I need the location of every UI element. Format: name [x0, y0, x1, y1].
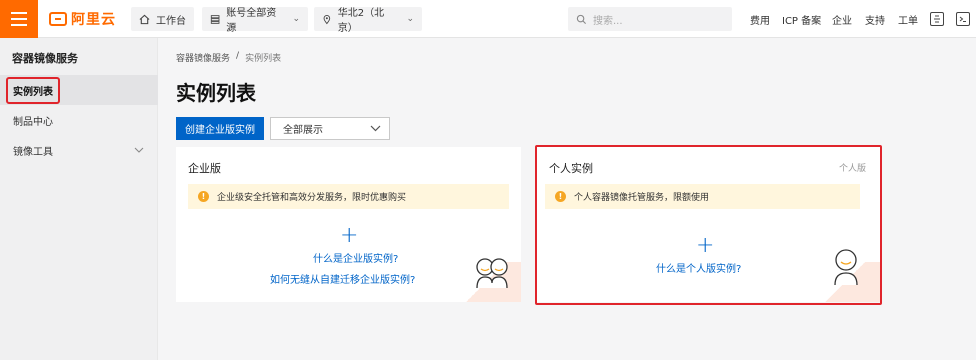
- sidebar-item-label: 实例列表: [6, 76, 60, 104]
- sidebar-item-image-tools[interactable]: 镜像工具: [0, 135, 158, 165]
- notice-text: 企业级安全托管和高效分发服务，限时优惠购买: [217, 193, 407, 203]
- card-tag: 个人版: [838, 164, 866, 174]
- nav-link-support[interactable]: 支持: [865, 12, 885, 27]
- breadcrumb-current: 实例列表: [245, 54, 282, 64]
- list-icon: [210, 14, 220, 24]
- home-icon: [139, 14, 150, 24]
- sidebar-item-instance-list[interactable]: 实例列表: [0, 75, 158, 105]
- breadcrumb-link-service[interactable]: 容器镜像服务: [176, 51, 230, 64]
- chevron-down-icon: ⌄: [406, 14, 414, 24]
- card-title: 企业版: [188, 162, 221, 175]
- filter-select-value: 全部展示: [283, 125, 323, 136]
- nav-link-ticket[interactable]: 工单: [898, 12, 918, 27]
- region-label: 华北2（北京）: [337, 8, 385, 34]
- sidebar-item-label: 镜像工具: [13, 146, 53, 158]
- breadcrumb-separator: /: [236, 51, 240, 61]
- nav-link-enterprise[interactable]: 企业: [832, 12, 852, 27]
- breadcrumb: 容器镜像服务 / 实例列表: [176, 51, 281, 64]
- search-placeholder: 搜索...: [593, 15, 623, 27]
- enterprise-card: 企业版 ! 企业级安全托管和高效分发服务，限时优惠购买 + 什么是企业版实例? …: [176, 147, 521, 302]
- sidebar-item-artifact-center[interactable]: 制品中心: [0, 105, 158, 135]
- location-pin-icon: [323, 14, 331, 24]
- account-resources-label: 账号全部资源: [226, 8, 277, 34]
- nav-link-icp[interactable]: ICP 备案: [782, 12, 821, 27]
- search-input[interactable]: 搜索...: [568, 7, 732, 31]
- migrate-enterprise-link[interactable]: 如何无缝从自建迁移企业版实例?: [270, 271, 415, 286]
- personal-notice: ! 个人容器镜像托管服务，限额使用: [545, 184, 860, 209]
- chevron-down-icon: [370, 125, 381, 132]
- add-enterprise-instance-icon[interactable]: +: [340, 225, 358, 247]
- what-is-personal-link[interactable]: 什么是个人版实例?: [656, 260, 741, 275]
- personal-card: 个人实例 个人版 ! 个人容器镜像托管服务，限额使用 + 什么是个人版实例?: [537, 147, 880, 302]
- create-enterprise-instance-button[interactable]: 创建企业版实例: [176, 117, 264, 140]
- sidebar: 容器镜像服务 实例列表 制品中心 镜像工具: [0, 38, 158, 360]
- search-icon: [576, 14, 587, 24]
- notification-icon[interactable]: [930, 12, 944, 26]
- filter-select[interactable]: 全部展示: [270, 117, 390, 140]
- notice-text: 个人容器镜像托管服务，限额使用: [574, 193, 710, 203]
- aliyun-logo[interactable]: 阿里云: [49, 10, 116, 28]
- region-dropdown[interactable]: 华北2（北京） ⌄: [314, 7, 422, 34]
- terminal-icon[interactable]: [956, 12, 970, 26]
- chevron-down-icon: ⌄: [292, 14, 300, 24]
- nav-link-billing[interactable]: 费用: [750, 12, 770, 27]
- what-is-enterprise-link[interactable]: 什么是企业版实例?: [313, 250, 398, 265]
- warning-icon: !: [198, 191, 209, 202]
- chevron-down-icon: [134, 145, 144, 156]
- team-illustration-icon: [476, 258, 508, 289]
- sidebar-item-label: 制品中心: [13, 116, 53, 128]
- account-resources-dropdown[interactable]: 账号全部资源 ⌄: [202, 7, 308, 34]
- workbench-label: 工作台: [156, 15, 186, 27]
- workbench-button[interactable]: 工作台: [131, 7, 194, 31]
- sidebar-title: 容器镜像服务: [12, 52, 78, 65]
- warning-icon: !: [555, 191, 566, 202]
- add-personal-instance-icon[interactable]: +: [696, 235, 714, 257]
- person-illustration-icon: [834, 249, 858, 285]
- enterprise-notice: ! 企业级安全托管和高效分发服务，限时优惠购买: [188, 184, 509, 209]
- logo-text: 阿里云: [71, 12, 116, 28]
- top-navbar: 阿里云 工作台 账号全部资源 ⌄ 华北2（北京） ⌄ 搜索... 费用 ICP …: [0, 0, 976, 38]
- card-title: 个人实例: [549, 162, 593, 175]
- logo-mark-icon: [49, 12, 67, 26]
- page-title: 实例列表: [176, 81, 256, 105]
- hamburger-menu-button[interactable]: [0, 0, 38, 38]
